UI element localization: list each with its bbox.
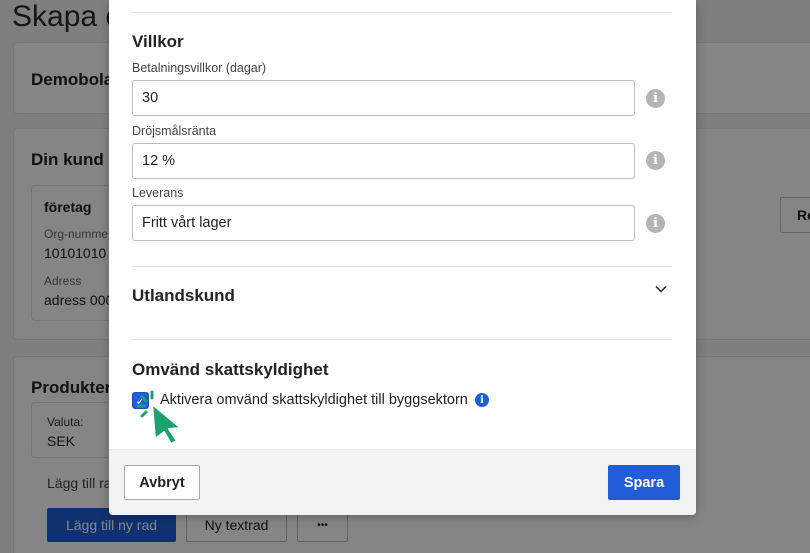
cancel-button[interactable]: Avbryt	[124, 465, 200, 500]
reverse-charge-info-icon[interactable]: i	[475, 393, 489, 407]
modal-footer: Avbryt Spara	[109, 449, 696, 515]
delivery-label: Leverans	[132, 186, 184, 200]
terms-section-title: Villkor	[132, 32, 184, 51]
modal-body[interactable]: Villkor Betalningsvillkor (dagar) 30 i D…	[109, 0, 696, 449]
foreign-customer-title[interactable]: Utlandskund	[132, 286, 235, 306]
late-interest-input[interactable]: 12 %	[132, 143, 635, 179]
divider-terms	[132, 266, 672, 267]
late-interest-label: Dröjsmålsränta	[132, 124, 217, 138]
payment-terms-input[interactable]: 30	[132, 80, 635, 116]
divider-top	[132, 12, 672, 13]
checkmark-icon: ✓	[135, 393, 146, 408]
settings-modal: Villkor Betalningsvillkor (dagar) 30 i D…	[109, 0, 696, 515]
late-interest-info-icon[interactable]: i	[646, 151, 665, 170]
delivery-input[interactable]: Fritt vårt lager	[132, 205, 635, 241]
payment-terms-label: Betalningsvillkor (dagar)	[132, 61, 267, 75]
divider-foreign	[132, 339, 672, 340]
payment-terms-info-icon[interactable]: i	[646, 89, 665, 108]
chevron-down-icon[interactable]	[655, 283, 667, 295]
reverse-charge-checkbox-label[interactable]: Aktivera omvänd skattskyldighet till byg…	[160, 392, 468, 408]
reverse-charge-title: Omvänd skattskyldighet	[132, 360, 329, 379]
save-button[interactable]: Spara	[608, 465, 680, 500]
delivery-info-icon[interactable]: i	[646, 214, 665, 233]
reverse-charge-checkbox[interactable]: ✓	[132, 392, 149, 409]
